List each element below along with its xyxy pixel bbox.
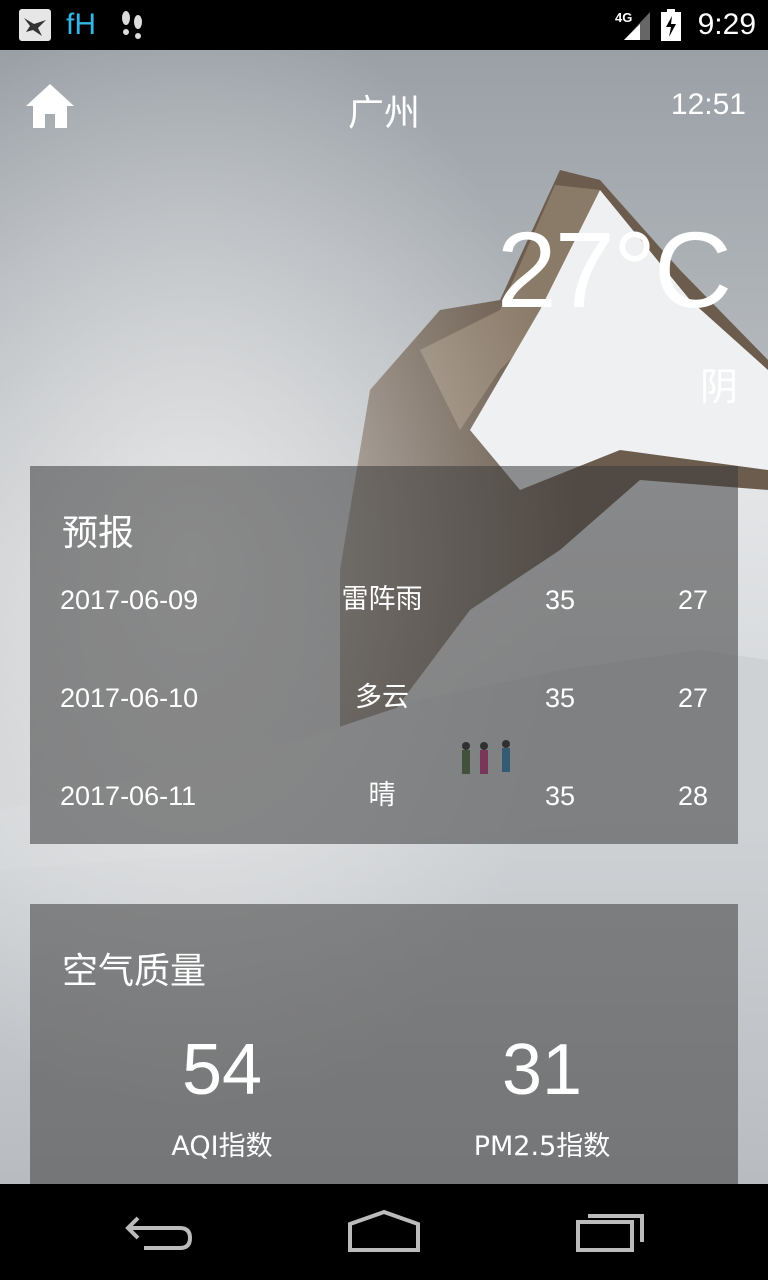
forecast-date: 2017-06-11 — [60, 781, 197, 811]
network-label: 4G — [615, 10, 632, 25]
title-bar: 广州 12:51 — [0, 50, 768, 166]
forecast-condition: 晴 — [368, 780, 396, 811]
update-time: 12:51 — [670, 88, 746, 121]
current-temperature: 27°C — [496, 209, 732, 330]
forecast-min-temp: 28 — [677, 781, 708, 811]
signal-4g-icon: 4G — [614, 0, 652, 50]
forecast-min-temp: 27 — [677, 585, 708, 615]
weather-screen: 广州 12:51 27°C 阴 预报 2017-06-09 雷阵雨 35 27 … — [0, 50, 768, 1184]
forecast-condition: 多云 — [355, 682, 409, 713]
air-quality-card: 空气质量 54 AQI指数 31 PM2.5指数 — [30, 904, 738, 1184]
pm25-label: PM2.5指数 — [473, 1131, 611, 1162]
forecast-title: 预报 — [62, 513, 135, 554]
fh-notification-icon: fH — [66, 8, 96, 41]
forecast-date: 2017-06-10 — [60, 683, 199, 713]
pm25-value: 31 — [501, 1030, 583, 1110]
current-condition: 阴 — [699, 365, 738, 409]
city-name: 广州 — [347, 93, 420, 134]
forecast-date: 2017-06-09 — [60, 585, 199, 615]
status-time: 9:29 — [697, 8, 756, 41]
forecast-min-temp: 27 — [677, 683, 708, 713]
forecast-max-temp: 35 — [544, 585, 576, 615]
bird-notification-icon — [18, 0, 52, 50]
aqi-value: 54 — [181, 1030, 263, 1110]
aqi-block: 54 AQI指数 — [72, 1034, 372, 1163]
home-nav-icon[interactable] — [346, 1208, 422, 1256]
back-icon[interactable] — [124, 1208, 196, 1256]
status-bar: fH 4G 9:29 — [0, 0, 768, 50]
air-quality-title: 空气质量 — [62, 951, 207, 992]
forecast-card: 预报 2017-06-09 雷阵雨 35 27 2017-06-10 多云 35… — [30, 466, 738, 844]
navigation-bar — [0, 1184, 768, 1280]
battery-charging-icon — [660, 0, 682, 50]
aqi-label: AQI指数 — [171, 1131, 273, 1162]
forecast-row: 2017-06-10 多云 35 27 — [30, 668, 738, 728]
forecast-row: 2017-06-11 晴 35 28 — [30, 766, 738, 826]
forecast-max-temp: 35 — [544, 781, 576, 811]
forecast-condition: 雷阵雨 — [341, 584, 423, 615]
forecast-row: 2017-06-09 雷阵雨 35 27 — [30, 570, 738, 630]
forecast-max-temp: 35 — [544, 683, 576, 713]
footprints-icon — [118, 0, 146, 50]
pm25-block: 31 PM2.5指数 — [392, 1034, 692, 1163]
recent-apps-icon[interactable] — [574, 1208, 646, 1256]
